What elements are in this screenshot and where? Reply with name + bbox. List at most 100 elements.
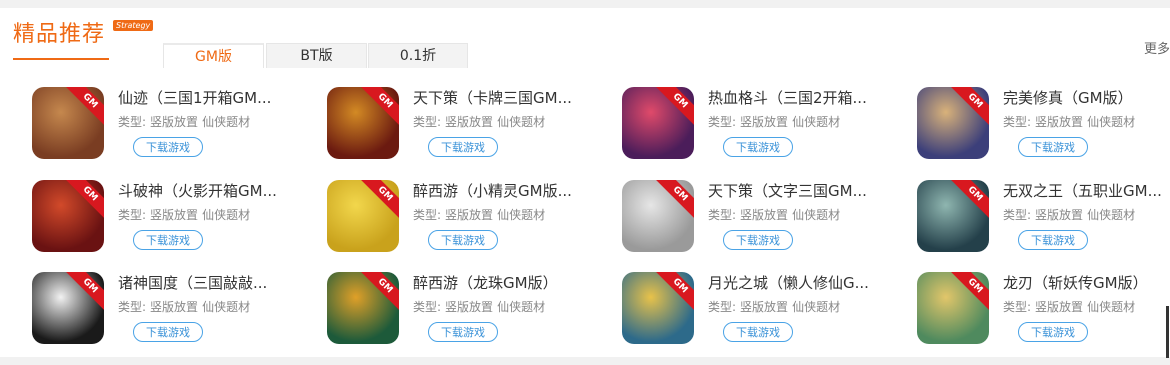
game-card: GM 龙刃（斩妖传GM版） 类型: 竖版放置 仙侠题材 下载游戏 <box>917 272 1170 360</box>
game-icon[interactable]: GM <box>917 272 989 344</box>
game-type: 竖版放置 <box>445 115 494 129</box>
download-button[interactable]: 下载游戏 <box>428 322 498 342</box>
game-meta: 类型: 竖版放置 仙侠题材 <box>413 114 545 130</box>
game-genre: 仙侠题材 <box>1087 300 1136 314</box>
game-meta: 类型: 竖版放置 仙侠题材 <box>413 299 545 315</box>
game-title[interactable]: 热血格斗（三国2开箱... <box>708 88 894 108</box>
game-genre: 仙侠题材 <box>1087 115 1136 129</box>
download-button[interactable]: 下载游戏 <box>428 230 498 250</box>
game-meta: 类型: 竖版放置 仙侠题材 <box>708 207 840 223</box>
game-title[interactable]: 天下策（卡牌三国GM... <box>413 88 599 108</box>
download-button[interactable]: 下载游戏 <box>133 230 203 250</box>
game-icon[interactable]: GM <box>327 180 399 252</box>
game-type: 竖版放置 <box>150 115 199 129</box>
game-genre: 仙侠题材 <box>202 300 251 314</box>
tab-bt[interactable]: BT版 <box>266 43 367 68</box>
game-type: 竖版放置 <box>150 300 199 314</box>
download-button[interactable]: 下载游戏 <box>723 230 793 250</box>
game-title[interactable]: 无双之王（五职业GM... <box>1003 181 1170 201</box>
game-icon[interactable]: GM <box>32 272 104 344</box>
type-label: 类型: <box>413 115 442 129</box>
game-type: 竖版放置 <box>1035 115 1084 129</box>
game-genre: 仙侠题材 <box>497 208 546 222</box>
download-button[interactable]: 下载游戏 <box>1018 322 1088 342</box>
download-button[interactable]: 下载游戏 <box>133 322 203 342</box>
game-title[interactable]: 醉西游（龙珠GM版） <box>413 273 599 293</box>
download-button[interactable]: 下载游戏 <box>1018 230 1088 250</box>
more-link[interactable]: 更多 <box>1144 38 1170 57</box>
game-genre: 仙侠题材 <box>202 208 251 222</box>
game-genre: 仙侠题材 <box>792 115 841 129</box>
game-genre: 仙侠题材 <box>792 300 841 314</box>
tab-gm[interactable]: GM版 <box>163 43 264 68</box>
game-title[interactable]: 斗破神（火影开箱GM... <box>118 181 304 201</box>
game-meta: 类型: 竖版放置 仙侠题材 <box>413 207 545 223</box>
game-type: 竖版放置 <box>740 115 789 129</box>
game-card: GM 天下策（卡牌三国GM... 类型: 竖版放置 仙侠题材 下载游戏 <box>327 87 617 175</box>
game-meta: 类型: 竖版放置 仙侠题材 <box>1003 299 1135 315</box>
game-genre: 仙侠题材 <box>202 115 251 129</box>
section-title: 精品推荐 <box>13 22 106 47</box>
game-icon[interactable]: GM <box>327 87 399 159</box>
download-button[interactable]: 下载游戏 <box>133 137 203 157</box>
game-title[interactable]: 诸神国度（三国敲敲... <box>118 273 304 293</box>
game-icon[interactable]: GM <box>622 180 694 252</box>
game-icon[interactable]: GM <box>32 180 104 252</box>
game-icon[interactable]: GM <box>327 272 399 344</box>
tab-discount[interactable]: 0.1折 <box>368 43 468 68</box>
game-genre: 仙侠题材 <box>497 115 546 129</box>
game-type: 竖版放置 <box>445 300 494 314</box>
game-type: 竖版放置 <box>740 208 789 222</box>
game-title[interactable]: 月光之城（懒人修仙G... <box>708 273 894 293</box>
game-title[interactable]: 仙迹（三国1开箱GM... <box>118 88 304 108</box>
strategy-badge: Strategy <box>113 20 154 31</box>
game-icon[interactable]: GM <box>917 180 989 252</box>
game-card: GM 醉西游（小精灵GM版... 类型: 竖版放置 仙侠题材 下载游戏 <box>327 180 617 268</box>
download-button[interactable]: 下载游戏 <box>428 137 498 157</box>
game-card: GM 热血格斗（三国2开箱... 类型: 竖版放置 仙侠题材 下载游戏 <box>622 87 912 175</box>
game-card: GM 斗破神（火影开箱GM... 类型: 竖版放置 仙侠题材 下载游戏 <box>32 180 322 268</box>
type-label: 类型: <box>118 300 147 314</box>
game-title[interactable]: 天下策（文字三国GM... <box>708 181 894 201</box>
game-meta: 类型: 竖版放置 仙侠题材 <box>118 114 250 130</box>
game-meta: 类型: 竖版放置 仙侠题材 <box>118 299 250 315</box>
game-meta: 类型: 竖版放置 仙侠题材 <box>708 299 840 315</box>
title-underline <box>13 58 109 60</box>
game-title[interactable]: 醉西游（小精灵GM版... <box>413 181 599 201</box>
type-label: 类型: <box>118 208 147 222</box>
game-genre: 仙侠题材 <box>1087 208 1136 222</box>
game-type: 竖版放置 <box>1035 208 1084 222</box>
game-card: GM 诸神国度（三国敲敲... 类型: 竖版放置 仙侠题材 下载游戏 <box>32 272 322 360</box>
game-genre: 仙侠题材 <box>497 300 546 314</box>
type-label: 类型: <box>1003 115 1032 129</box>
game-genre: 仙侠题材 <box>792 208 841 222</box>
game-icon[interactable]: GM <box>917 87 989 159</box>
type-label: 类型: <box>708 115 737 129</box>
type-label: 类型: <box>708 208 737 222</box>
game-icon[interactable]: GM <box>622 272 694 344</box>
game-type: 竖版放置 <box>740 300 789 314</box>
game-card: GM 醉西游（龙珠GM版） 类型: 竖版放置 仙侠题材 下载游戏 <box>327 272 617 360</box>
game-meta: 类型: 竖版放置 仙侠题材 <box>1003 114 1135 130</box>
game-card: GM 天下策（文字三国GM... 类型: 竖版放置 仙侠题材 下载游戏 <box>622 180 912 268</box>
game-title[interactable]: 完美修真（GM版） <box>1003 88 1170 108</box>
download-button[interactable]: 下载游戏 <box>723 137 793 157</box>
game-card: GM 仙迹（三国1开箱GM... 类型: 竖版放置 仙侠题材 下载游戏 <box>32 87 322 175</box>
game-card: GM 无双之王（五职业GM... 类型: 竖版放置 仙侠题材 下载游戏 <box>917 180 1170 268</box>
type-label: 类型: <box>118 115 147 129</box>
download-button[interactable]: 下载游戏 <box>723 322 793 342</box>
download-button[interactable]: 下载游戏 <box>1018 137 1088 157</box>
game-icon[interactable]: GM <box>622 87 694 159</box>
game-meta: 类型: 竖版放置 仙侠题材 <box>1003 207 1135 223</box>
type-label: 类型: <box>1003 300 1032 314</box>
game-meta: 类型: 竖版放置 仙侠题材 <box>708 114 840 130</box>
game-card: GM 月光之城（懒人修仙G... 类型: 竖版放置 仙侠题材 下载游戏 <box>622 272 912 360</box>
type-label: 类型: <box>1003 208 1032 222</box>
game-icon[interactable]: GM <box>32 87 104 159</box>
game-type: 竖版放置 <box>445 208 494 222</box>
game-title[interactable]: 龙刃（斩妖传GM版） <box>1003 273 1170 293</box>
game-card: GM 完美修真（GM版） 类型: 竖版放置 仙侠题材 下载游戏 <box>917 87 1170 175</box>
type-label: 类型: <box>413 208 442 222</box>
type-label: 类型: <box>708 300 737 314</box>
scrollbar[interactable] <box>1166 306 1169 358</box>
